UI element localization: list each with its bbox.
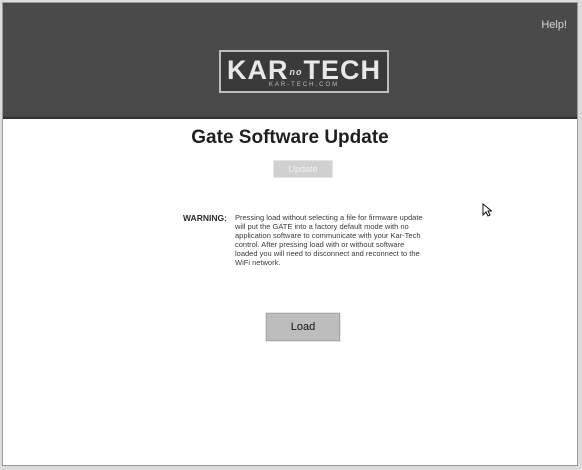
mouse-pointer-icon bbox=[482, 203, 492, 217]
update-button[interactable]: Update bbox=[273, 160, 333, 178]
warning-label: WARNING: bbox=[183, 213, 227, 223]
load-button[interactable]: Load bbox=[265, 312, 341, 342]
logo-word-right: TECH bbox=[303, 55, 381, 85]
logo-word-mid: no bbox=[289, 66, 303, 77]
page-title: Gate Software Update bbox=[191, 127, 389, 148]
header-bar: Help! KARnoTECH KAR-TECH.COM bbox=[3, 3, 577, 119]
warning-text: Pressing load without selecting a file f… bbox=[235, 213, 423, 267]
help-link[interactable]: Help! bbox=[541, 19, 567, 31]
logo-url: KAR-TECH.COM bbox=[268, 82, 340, 88]
logo-word-left: KAR bbox=[227, 55, 289, 85]
kartech-logo: KARnoTECH KAR-TECH.COM bbox=[219, 50, 389, 93]
browser-page: Help! KARnoTECH KAR-TECH.COM Gate Softwa… bbox=[2, 2, 578, 466]
